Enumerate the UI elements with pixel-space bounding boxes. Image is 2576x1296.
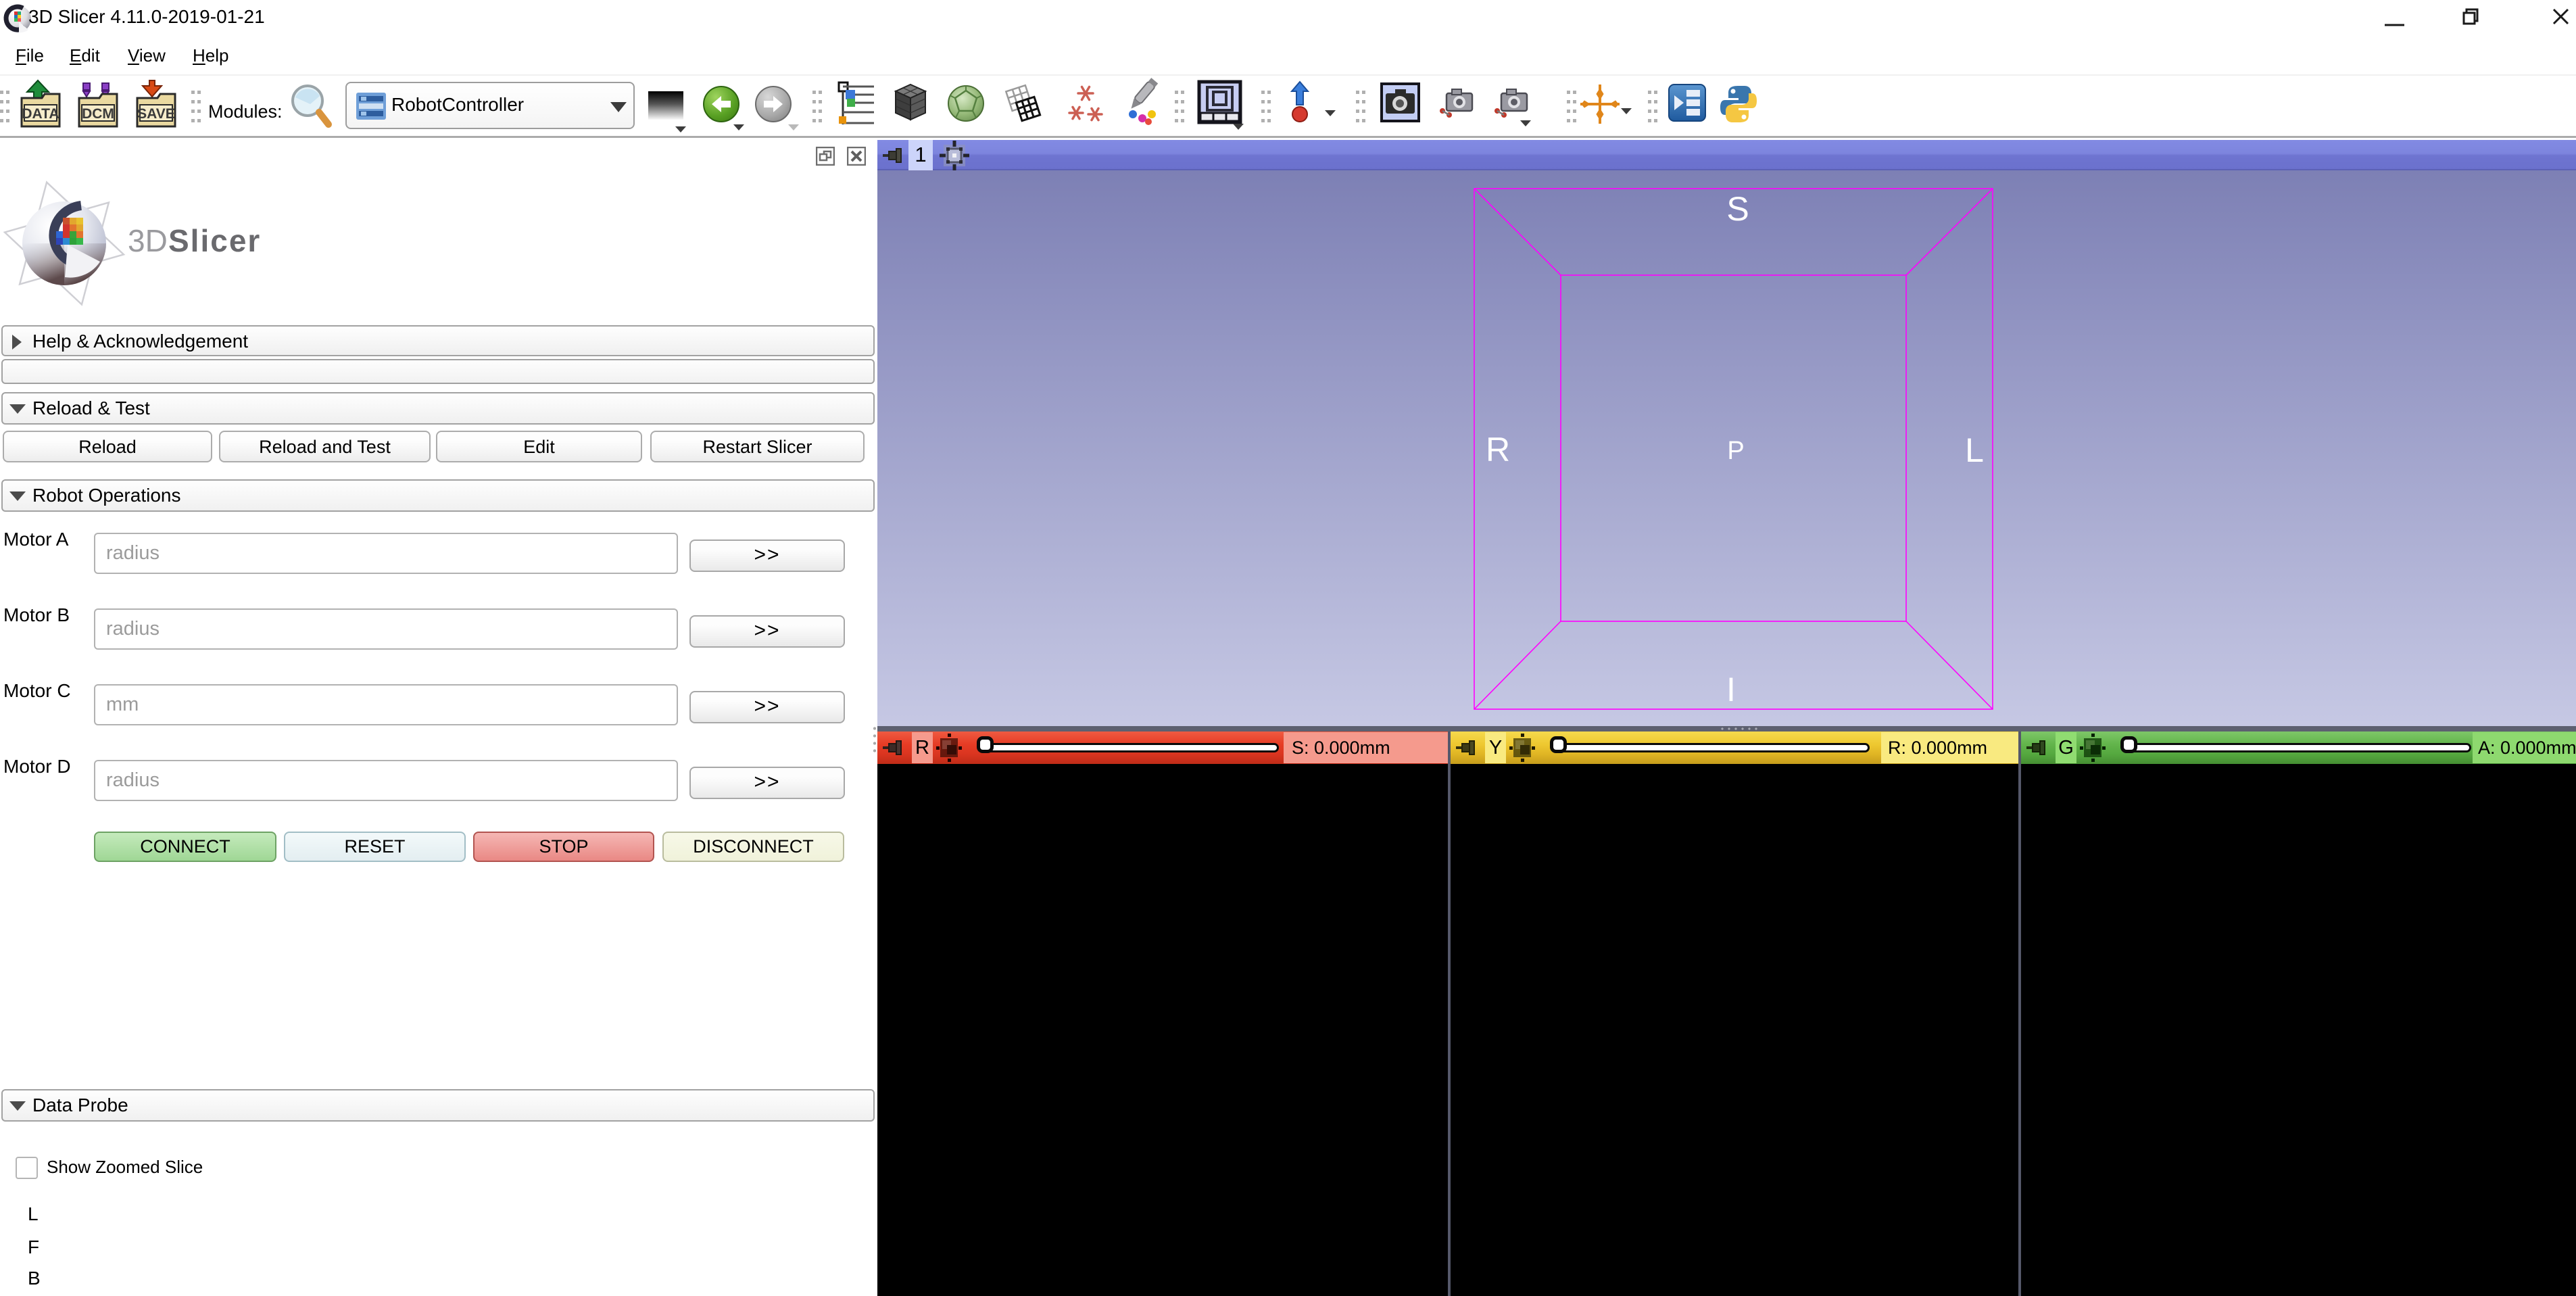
svg-text:DCM: DCM [82, 106, 114, 122]
svg-text:DATA: DATA [22, 106, 59, 122]
svg-text:S: S [1726, 190, 1749, 228]
svg-text:R: R [1486, 431, 1510, 469]
svg-text:P: P [1727, 437, 1744, 465]
svg-text:L: L [1965, 431, 1984, 469]
svg-text:SAVE: SAVE [137, 106, 175, 122]
svg-text:3D: 3D [128, 223, 168, 258]
svg-text:I: I [1726, 671, 1736, 709]
svg-text:Slicer: Slicer [168, 223, 261, 258]
